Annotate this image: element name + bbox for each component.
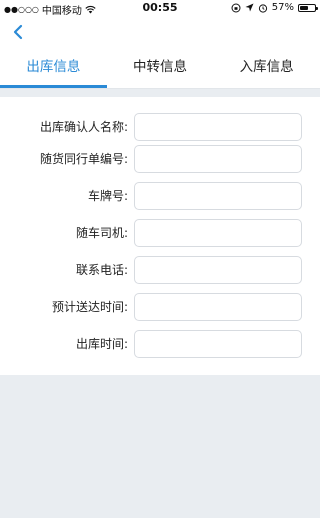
confirmer-name-label: 出库确认人名称: — [39, 120, 128, 134]
phone-label: 联系电话: — [75, 263, 128, 277]
outbound-time-input[interactable] — [134, 330, 302, 358]
battery-percent: 57% — [271, 2, 294, 13]
status-right-group: 57% — [231, 2, 318, 13]
eta-label: 预计送达时间: — [51, 300, 128, 314]
form-row-driver: 随车司机: — [0, 219, 320, 247]
battery-icon — [298, 3, 318, 12]
outbound-time-label: 出库时间: — [75, 337, 128, 351]
form-row-outbound-time: 出库时间: — [0, 330, 320, 358]
section-gap — [0, 89, 320, 97]
form-row-confirmer: 出库确认人名称: — [0, 113, 320, 141]
orientation-lock-icon — [231, 3, 241, 12]
form-row-waybill: 随货同行单编号: — [0, 145, 320, 173]
driver-label: 随车司机: — [75, 226, 128, 240]
alarm-icon — [258, 3, 267, 13]
phone-input[interactable] — [134, 256, 302, 284]
waybill-number-label: 随货同行单编号: — [39, 152, 128, 166]
plate-number-label: 车牌号: — [87, 189, 128, 203]
tab-inbound-info[interactable]: 入库信息 — [213, 50, 320, 88]
waybill-number-input[interactable] — [134, 145, 302, 173]
back-button[interactable] — [6, 20, 30, 44]
status-bar: ●●○○○ 中国移动 00:55 57% — [0, 0, 320, 17]
tab-bar: 出库信息 中转信息 入库信息 — [0, 50, 320, 89]
confirmer-name-input[interactable] — [134, 113, 302, 141]
location-icon — [245, 3, 254, 12]
form-row-plate: 车牌号: — [0, 182, 320, 210]
outbound-form: 出库确认人名称: 随货同行单编号: 车牌号: 随车司机: 联系电话: 预计送达时… — [0, 97, 320, 375]
chevron-left-icon — [13, 24, 23, 40]
form-row-phone: 联系电话: — [0, 256, 320, 284]
driver-input[interactable] — [134, 219, 302, 247]
form-row-eta: 预计送达时间: — [0, 293, 320, 321]
tab-transit-info[interactable]: 中转信息 — [107, 50, 214, 88]
eta-input[interactable] — [134, 293, 302, 321]
plate-number-input[interactable] — [134, 182, 302, 210]
tab-outbound-info[interactable]: 出库信息 — [0, 50, 107, 88]
nav-bar — [0, 16, 320, 50]
